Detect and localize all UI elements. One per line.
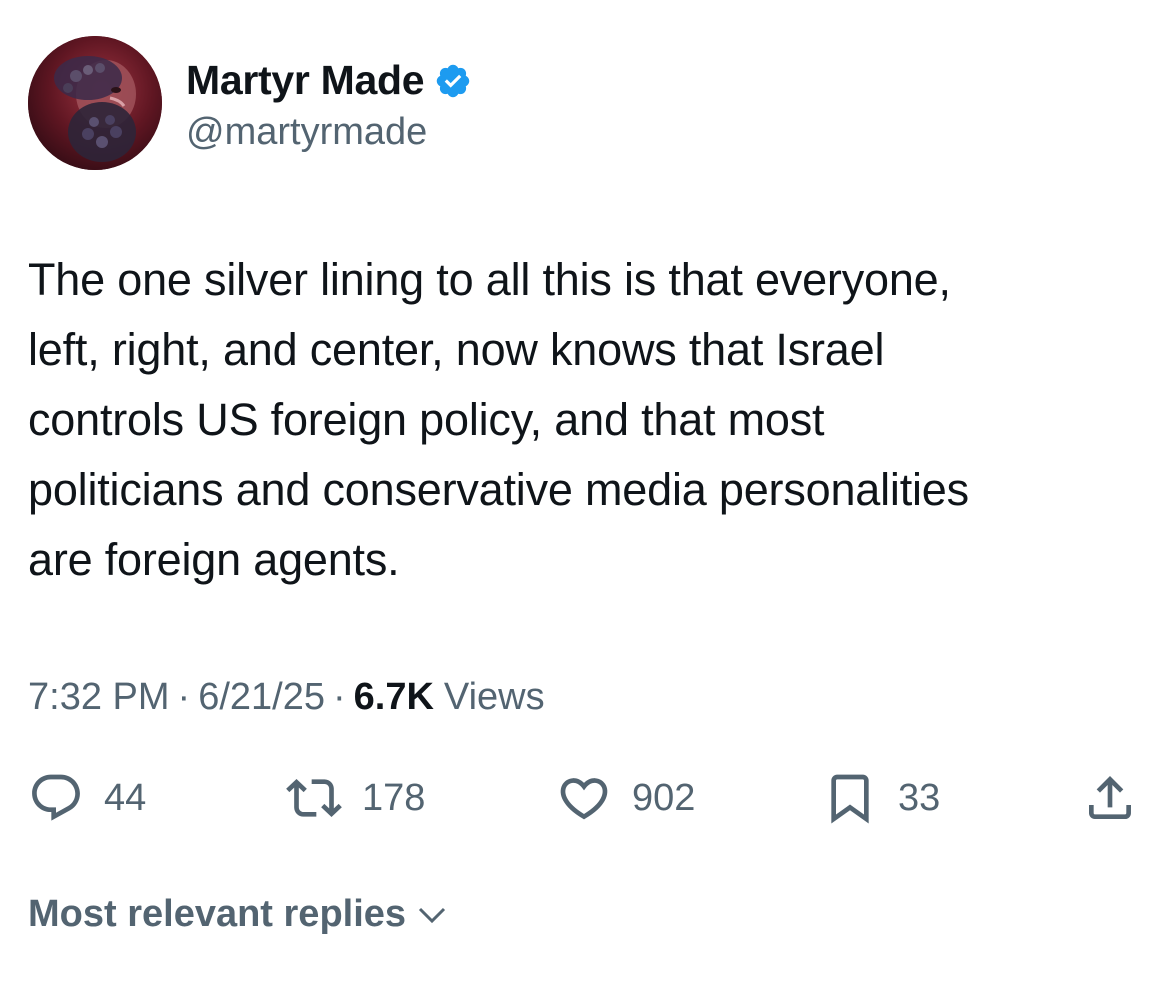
verified-badge-icon xyxy=(434,62,472,100)
author-display-name[interactable]: Martyr Made xyxy=(186,57,425,104)
repost-count: 178 xyxy=(362,776,426,819)
bookmark-icon xyxy=(822,770,878,826)
tweet-header: Martyr Made @martyrmade xyxy=(28,36,472,170)
like-button[interactable]: 902 xyxy=(556,766,695,830)
reply-button[interactable]: 44 xyxy=(28,766,146,830)
views-count: 6.7K xyxy=(353,675,434,718)
author-handle[interactable]: @martyrmade xyxy=(186,111,472,154)
bookmark-count: 33 xyxy=(898,776,941,819)
replies-sort-dropdown[interactable]: Most relevant replies xyxy=(28,893,450,936)
reply-count: 44 xyxy=(104,776,147,819)
repost-button[interactable]: 178 xyxy=(286,766,425,830)
author-identity: Martyr Made @martyrmade xyxy=(186,53,472,154)
bearded-statue-avatar-icon xyxy=(28,36,162,170)
heart-icon xyxy=(556,770,612,826)
avatar[interactable] xyxy=(28,36,162,170)
meta-separator: · xyxy=(177,675,191,718)
bookmark-button[interactable]: 33 xyxy=(822,766,940,830)
tweet-meta: 7:32 PM · 6/21/25 · 6.7K Views xyxy=(28,670,545,724)
views-label: Views xyxy=(443,675,545,718)
like-count: 902 xyxy=(632,776,696,819)
tweet-date[interactable]: 6/21/25 xyxy=(198,676,325,719)
meta-separator: · xyxy=(332,675,346,718)
chevron-down-icon xyxy=(414,897,450,933)
name-row: Martyr Made xyxy=(186,53,472,109)
repost-icon xyxy=(286,770,342,826)
tweet-actions: 44 178 902 33 xyxy=(28,766,1144,830)
share-icon xyxy=(1082,770,1138,826)
tweet-time[interactable]: 7:32 PM xyxy=(28,676,170,719)
share-button[interactable] xyxy=(1082,766,1138,830)
tweet-text: The one silver lining to all this is tha… xyxy=(28,254,969,585)
reply-icon xyxy=(28,770,84,826)
tweet-card: Martyr Made @martyrmade The one silver l… xyxy=(0,0,1170,990)
replies-sort-label: Most relevant replies xyxy=(28,893,407,935)
